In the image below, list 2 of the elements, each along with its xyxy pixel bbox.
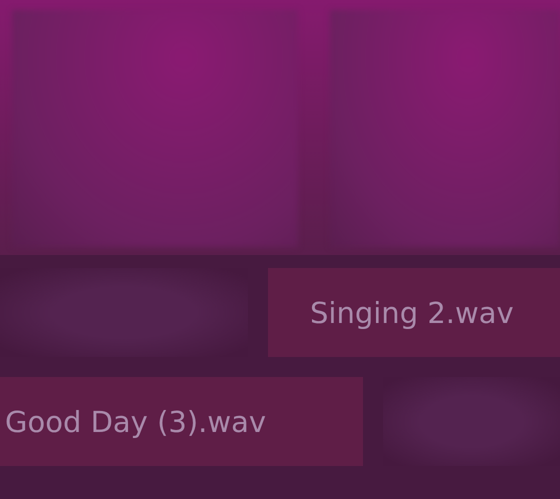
- file-name-chip[interactable]: Good Day (3).wav: [0, 377, 363, 466]
- file-name-chip[interactable]: Singing 2.wav: [268, 268, 560, 357]
